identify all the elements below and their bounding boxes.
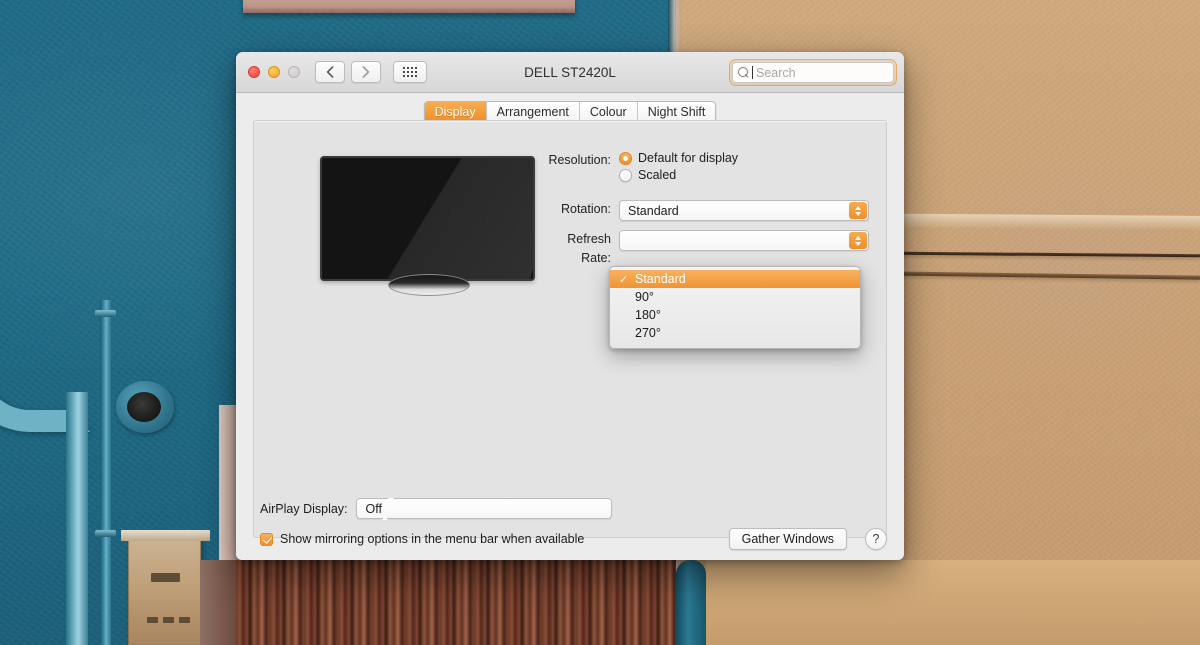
menu-item-label: Standard xyxy=(635,272,686,286)
desktop-background: DELL ST2420L Search Display Arrangement … xyxy=(0,0,1200,645)
rotation-popup-button[interactable]: Standard xyxy=(619,200,869,221)
menu-item-label: 180° xyxy=(635,308,661,322)
menu-item-270[interactable]: ✓ 270° xyxy=(610,324,860,342)
rotation-label: Rotation: xyxy=(560,202,611,216)
search-placeholder: Search xyxy=(756,65,796,80)
radio-label-default: Default for display xyxy=(638,151,739,165)
radio-label-scaled: Scaled xyxy=(638,168,677,182)
mirroring-label: Show mirroring options in the menu bar w… xyxy=(280,532,585,546)
mirroring-checkbox[interactable] xyxy=(260,532,273,546)
chevron-updown-icon xyxy=(381,497,394,520)
menu-item-standard[interactable]: ✓ Standard xyxy=(610,270,860,288)
menu-item-180[interactable]: ✓ 180° xyxy=(610,306,860,324)
airplay-value: Off xyxy=(365,501,382,516)
resolution-row: Resolution: Default for display Scaled xyxy=(539,151,879,182)
utility-box-slot xyxy=(151,573,180,582)
close-button-icon[interactable] xyxy=(248,66,260,78)
radio-scaled[interactable]: Scaled xyxy=(619,168,738,182)
utility-box xyxy=(121,530,210,645)
radio-icon-unselected xyxy=(619,168,632,182)
help-button[interactable]: ? xyxy=(865,528,887,550)
refresh-rate-label: Refresh Rate: xyxy=(567,232,611,265)
minimize-button-icon[interactable] xyxy=(268,66,280,78)
pipe-descending xyxy=(66,392,88,645)
pipe-vertical-thin xyxy=(100,300,111,645)
monitor-illustration xyxy=(320,156,535,296)
window-titlebar[interactable]: DELL ST2420L Search xyxy=(236,52,904,93)
tab-colour[interactable]: Colour xyxy=(579,102,638,122)
tan-wall-bottom xyxy=(706,560,1200,645)
pipe-band-upper xyxy=(95,310,116,317)
wood-edge xyxy=(200,560,238,645)
search-field-focus-ring: Search xyxy=(730,60,896,85)
chevron-right-icon xyxy=(362,66,370,78)
radio-default-for-display[interactable]: Default for display xyxy=(619,151,738,165)
checkmark-icon: ✓ xyxy=(619,273,629,286)
display-settings-panel: Resolution: Default for display Scaled R… xyxy=(253,120,887,538)
menu-item-label: 90° xyxy=(635,290,654,304)
chevron-updown-icon xyxy=(849,202,867,219)
grid-icon xyxy=(403,67,417,77)
gather-windows-button[interactable]: Gather Windows xyxy=(728,528,847,550)
utility-box-vent-2 xyxy=(163,617,174,623)
zoom-button-icon xyxy=(288,66,300,78)
displays-preferences-window: DELL ST2420L Search Display Arrangement … xyxy=(236,52,904,560)
monitor-screen xyxy=(320,156,535,281)
rotation-dropdown-menu[interactable]: ✓ Standard ✓ 90° ✓ 180° ✓ 270° xyxy=(609,266,861,349)
utility-box-vent-3 xyxy=(179,617,190,623)
forward-button[interactable] xyxy=(351,61,381,83)
resolution-radio-group: Default for display Scaled xyxy=(619,151,738,182)
tab-display[interactable]: Display xyxy=(424,102,487,122)
airplay-popup-button[interactable]: Off xyxy=(355,497,612,520)
radio-icon-selected xyxy=(619,151,632,165)
tab-night-shift[interactable]: Night Shift xyxy=(637,102,716,122)
airplay-label: AirPlay Display: xyxy=(260,501,348,516)
rotation-row: Rotation: Standard xyxy=(539,200,879,221)
chevron-left-icon xyxy=(326,66,334,78)
text-caret xyxy=(752,66,753,79)
refresh-rate-row: Refresh Rate: xyxy=(539,230,879,268)
rotation-value: Standard xyxy=(628,203,679,218)
refresh-rate-popup-button[interactable] xyxy=(619,230,869,251)
menu-item-90[interactable]: ✓ 90° xyxy=(610,288,860,306)
screen-reflection xyxy=(333,158,533,279)
wall-fixture xyxy=(116,381,174,433)
mirroring-checkbox-row[interactable]: Show mirroring options in the menu bar w… xyxy=(260,532,584,546)
chevron-updown-icon xyxy=(849,232,867,249)
search-icon xyxy=(738,67,749,78)
menu-item-label: 270° xyxy=(635,326,661,340)
teal-post xyxy=(676,560,706,645)
show-all-button[interactable] xyxy=(393,61,427,83)
monitor-stand xyxy=(388,274,470,296)
utility-box-vent-1 xyxy=(147,617,158,623)
resolution-label: Resolution: xyxy=(548,153,611,167)
wood-slats xyxy=(236,560,676,645)
airplay-display-row: AirPlay Display: Off xyxy=(260,497,612,520)
traffic-light-group xyxy=(248,66,300,78)
pipe-band-lower xyxy=(95,530,116,537)
wooden-board xyxy=(243,0,575,13)
tab-arrangement[interactable]: Arrangement xyxy=(486,102,580,122)
search-input[interactable]: Search xyxy=(732,62,894,83)
display-options-form: Resolution: Default for display Scaled R… xyxy=(539,151,879,273)
navigation-buttons xyxy=(315,61,381,83)
back-button[interactable] xyxy=(315,61,345,83)
